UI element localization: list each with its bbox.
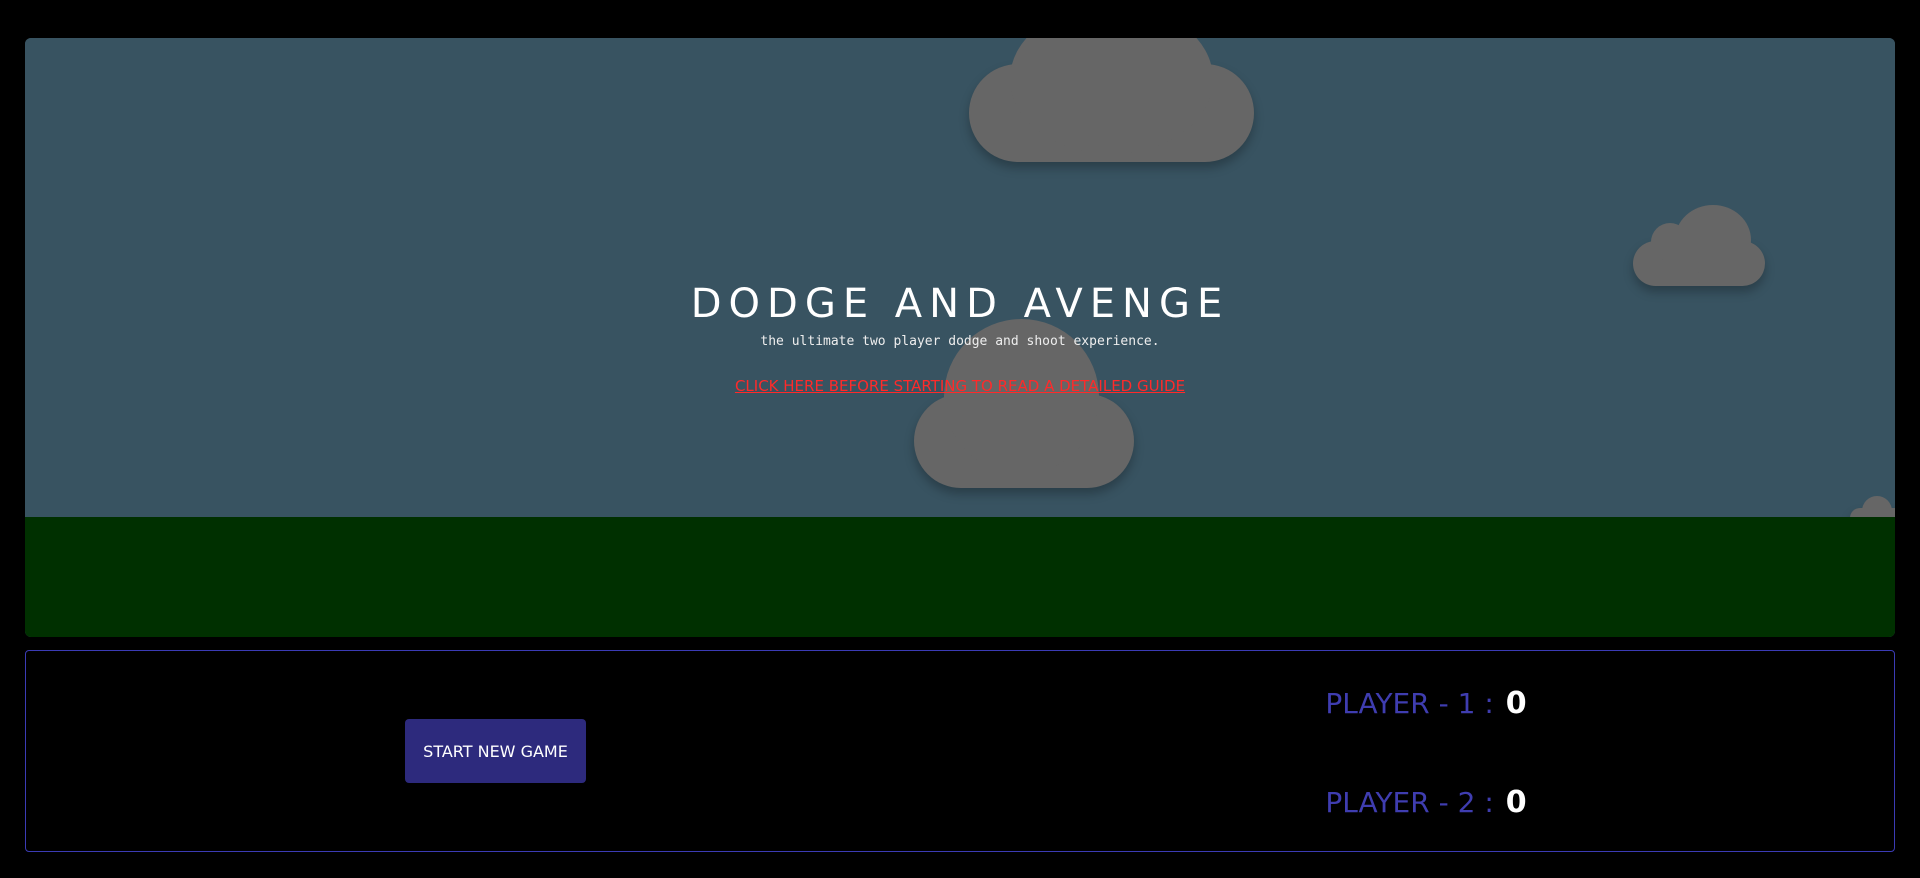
guide-link-wrapper: CLICK HERE BEFORE STARTING TO READ A DET… [25, 377, 1895, 396]
ground [25, 517, 1895, 637]
player-2-score: PLAYER - 2 : 0 [1306, 780, 1546, 824]
control-panel: START NEW GAME PLAYER - 1 : 0 PLAYER - 2… [25, 650, 1895, 852]
cloud [914, 319, 1134, 488]
player-1-label: PLAYER - 1 : [1325, 686, 1494, 720]
cloud [969, 38, 1254, 162]
guide-link[interactable]: CLICK HERE BEFORE STARTING TO READ A DET… [735, 377, 1185, 395]
cloud [1633, 205, 1765, 286]
game-subtitle: the ultimate two player dodge and shoot … [760, 334, 1160, 349]
player-2-value: 0 [1505, 784, 1527, 820]
start-new-game-button[interactable]: START NEW GAME [405, 719, 586, 783]
player-1-score: PLAYER - 1 : 0 [1306, 681, 1546, 725]
cloud-puff [1651, 223, 1689, 261]
game-canvas[interactable]: DODGE AND AVENGE the ultimate two player… [25, 38, 1895, 637]
cloud-puff [1010, 38, 1213, 154]
player-2-label: PLAYER - 2 : [1325, 785, 1494, 819]
game-title: DODGE AND AVENGE [690, 281, 1230, 327]
player-1-value: 0 [1505, 685, 1527, 721]
